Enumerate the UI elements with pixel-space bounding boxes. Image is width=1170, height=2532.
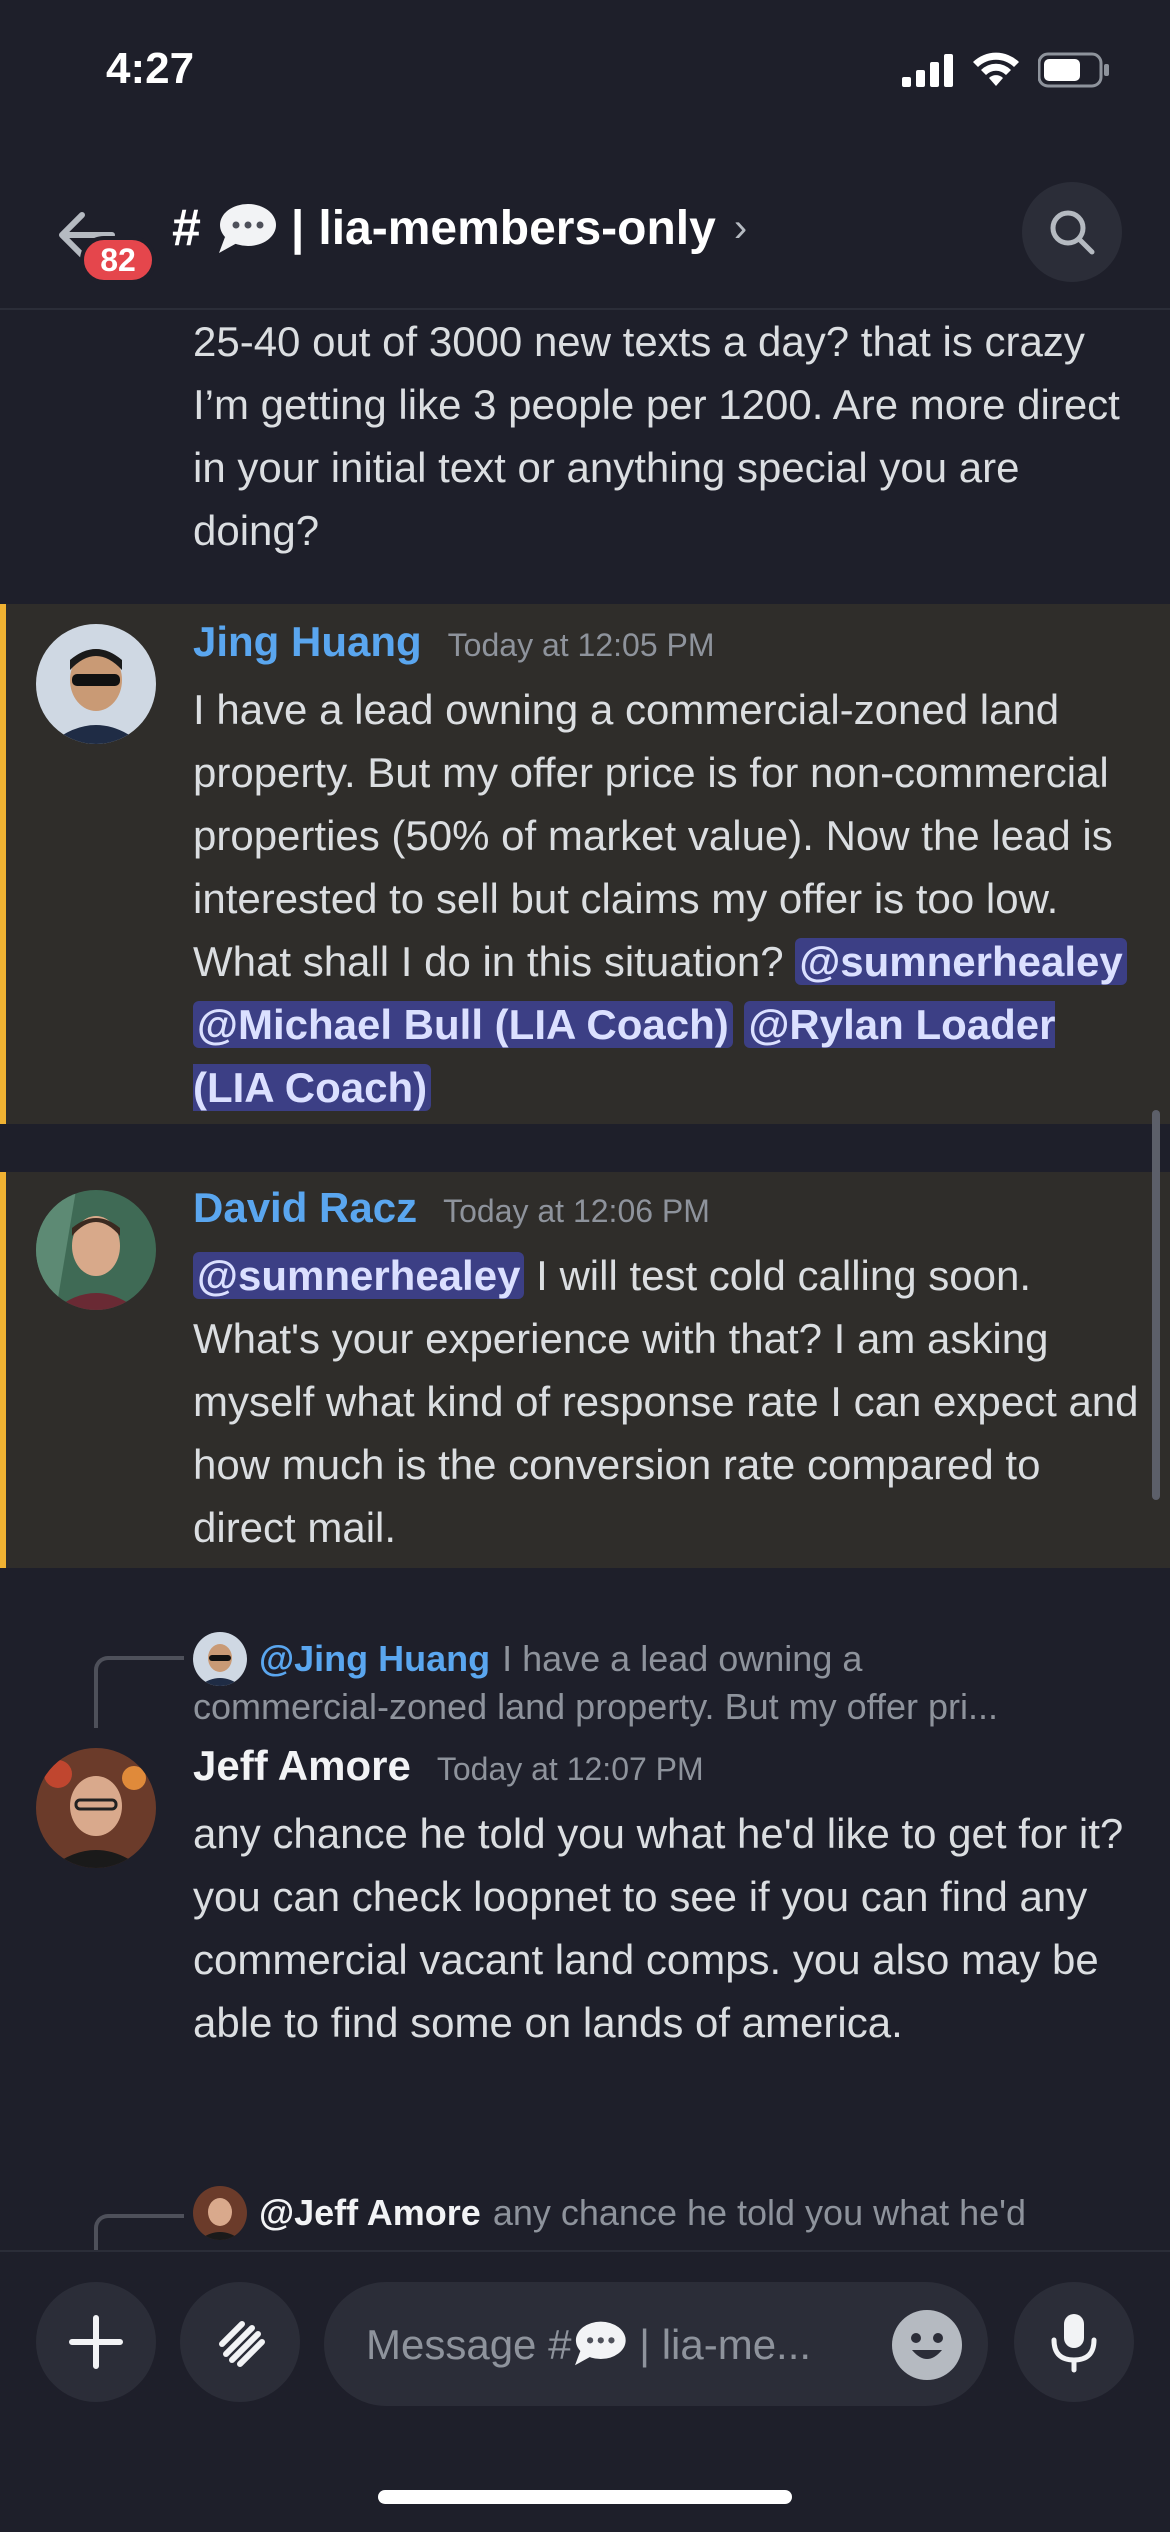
reply-spine (94, 2214, 184, 2250)
channel-hash: # (172, 199, 201, 257)
reply-preview-continued: commercial-zoned land property. But my o… (193, 1686, 998, 1727)
microphone-icon (1051, 2314, 1097, 2373)
plus-icon (69, 2315, 123, 2369)
placeholder-suffix: | lia-me... (627, 2321, 812, 2368)
author-name[interactable]: Jing Huang (193, 618, 422, 666)
reply-preview: I have a lead owning a (502, 1638, 863, 1679)
reply-spine (94, 1656, 184, 1728)
channel-title[interactable]: # | lia-members-only › (172, 198, 747, 258)
reply-author[interactable]: @Jeff Amore (259, 2192, 481, 2234)
mention-michael-bull[interactable]: @Michael Bull (LIA Coach) (193, 1001, 733, 1048)
apps-button[interactable] (180, 2282, 300, 2402)
message-jeff-amore: @Jing Huang I have a lead owning a comme… (0, 1620, 1170, 2050)
reply-reference[interactable]: @Jing Huang I have a lead owning a (193, 1632, 1143, 1686)
timestamp: Today at 12:07 PM (436, 1751, 704, 1787)
author-line: Jing Huang Today at 12:05 PM (193, 618, 715, 666)
status-icons (902, 52, 1110, 88)
speech-bubble-icon (575, 2321, 627, 2366)
author-name[interactable]: David Racz (193, 1184, 417, 1232)
channel-header: 82 # | lia-members-only › (0, 160, 1170, 310)
gift-icon (219, 2321, 265, 2367)
message-feed[interactable]: 25-40 out of 3000 new texts a day? that … (0, 310, 1170, 2250)
scrollbar[interactable] (1152, 1110, 1160, 1500)
message-partial: 25-40 out of 3000 new texts a day? that … (0, 310, 1170, 554)
home-indicator[interactable] (378, 2490, 792, 2504)
message-text: @sumnerhealey I will test cold calling s… (193, 1244, 1143, 1559)
search-button[interactable] (1022, 182, 1122, 282)
message-next-reply: @Jeff Amore any chance he told you what … (0, 2178, 1170, 2250)
status-bar: 4:27 (0, 0, 1170, 150)
timestamp: Today at 12:05 PM (447, 627, 715, 663)
title-separator: | (290, 201, 305, 255)
message-text: I have a lead owning a commercial-zoned … (193, 678, 1143, 1119)
channel-name: lia-members-only (318, 201, 716, 255)
reply-reference[interactable]: @Jeff Amore any chance he told you what … (193, 2186, 1143, 2240)
mention-sumnerhealey[interactable]: @sumnerhealey (795, 938, 1127, 985)
reply-preview: any chance he told you what he'd (492, 2192, 1027, 2233)
chevron-right-icon: › (733, 205, 748, 250)
reply-avatar (193, 1632, 247, 1686)
mention-sumnerhealey[interactable]: @sumnerhealey (193, 1252, 525, 1299)
status-time: 4:27 (106, 44, 195, 93)
reply-avatar (193, 2186, 247, 2240)
add-attachment-button[interactable] (36, 2282, 156, 2402)
timestamp: Today at 12:06 PM (443, 1193, 710, 1229)
search-icon (1050, 210, 1095, 255)
avatar[interactable] (36, 1190, 156, 1310)
battery-icon (1038, 52, 1109, 88)
avatar[interactable] (36, 1748, 156, 1868)
author-line: David Racz Today at 12:06 PM (193, 1184, 710, 1232)
message-text: 25-40 out of 3000 new texts a day? that … (193, 318, 1120, 554)
signal-icon (902, 54, 953, 87)
message-input[interactable]: Message # | lia-me... (324, 2282, 988, 2406)
voice-message-button[interactable] (1014, 2282, 1134, 2402)
message-jing-huang: Jing Huang Today at 12:05 PM I have a le… (0, 604, 1170, 1124)
wifi-icon (973, 52, 1019, 86)
author-name[interactable]: Jeff Amore (193, 1742, 411, 1790)
emoji-button[interactable] (892, 2310, 962, 2380)
message-placeholder: Message # | lia-me... (366, 2319, 836, 2369)
avatar[interactable] (36, 624, 156, 744)
message-david-racz: David Racz Today at 12:06 PM @sumnerheal… (0, 1172, 1170, 1568)
speech-bubble-icon (218, 204, 276, 253)
placeholder-prefix: Message # (366, 2321, 572, 2368)
unread-badge: 82 (80, 236, 156, 284)
reply-author[interactable]: @Jing Huang (259, 1638, 490, 1680)
author-line: Jeff Amore Today at 12:07 PM (193, 1742, 704, 1790)
message-text: any chance he told you what he'd like to… (193, 1810, 1124, 2046)
emoji-icon (894, 2312, 960, 2378)
